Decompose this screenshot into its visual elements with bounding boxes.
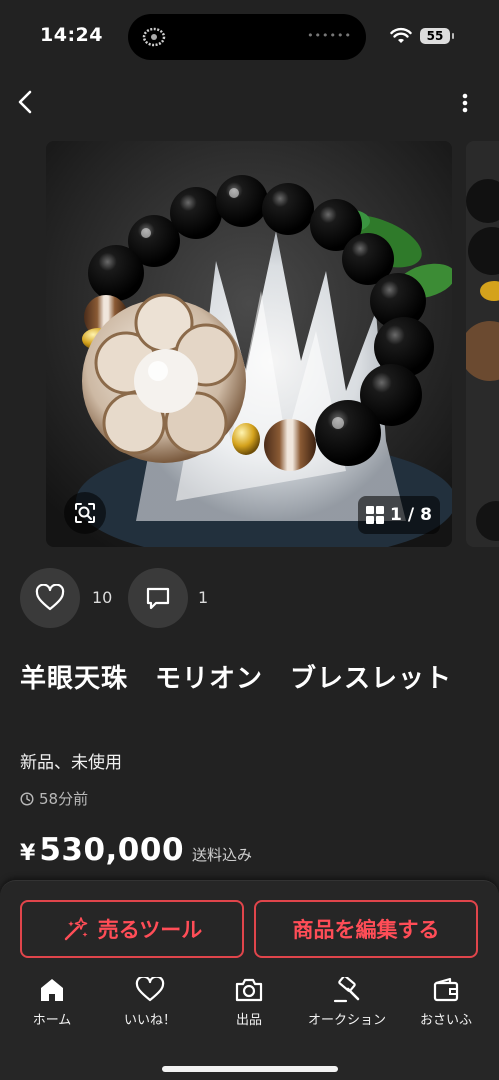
posted-ago-text: 58分前 bbox=[39, 790, 89, 808]
wifi-icon bbox=[390, 27, 412, 43]
back-icon[interactable] bbox=[12, 88, 40, 116]
tab-home-label: ホーム bbox=[32, 1013, 72, 1028]
tab-auction[interactable]: オークション bbox=[302, 977, 392, 1028]
sell-tool-label: 売るツール bbox=[97, 918, 203, 942]
next-product-image[interactable] bbox=[466, 141, 499, 547]
status-bar: 14:24 •••••• 55 bbox=[0, 0, 499, 70]
heart-icon bbox=[35, 584, 65, 611]
page-total: 8 bbox=[420, 505, 432, 525]
product-title: 羊眼天珠 モリオン ブレスレット bbox=[20, 664, 453, 694]
product-condition: 新品、未使用 bbox=[20, 753, 122, 773]
edit-item-label: 商品を編集する bbox=[292, 918, 440, 942]
product-image[interactable] bbox=[46, 141, 452, 547]
more-vertical-icon[interactable] bbox=[455, 90, 475, 116]
battery-indicator: 55 bbox=[420, 28, 454, 44]
sell-tool-button[interactable]: 売るツール bbox=[20, 900, 244, 958]
currency-symbol: ¥ bbox=[20, 841, 36, 866]
comment-count: 1 bbox=[198, 588, 209, 607]
image-carousel[interactable] bbox=[0, 140, 499, 547]
price-row: ¥ 530,000 送料込み bbox=[20, 832, 252, 868]
island-app-icon bbox=[142, 27, 166, 47]
tab-home[interactable]: ホーム bbox=[7, 977, 97, 1028]
clock-icon bbox=[20, 791, 34, 806]
tab-sell[interactable]: 出品 bbox=[204, 977, 294, 1028]
heart-icon bbox=[135, 977, 165, 1002]
tab-wallet-label: おさいふ bbox=[419, 1013, 472, 1028]
island-indicator: •••••• bbox=[307, 29, 352, 42]
status-time: 14:24 bbox=[40, 24, 103, 46]
tab-bar: ホーム いいね！ 出品 オークション おさいふ bbox=[0, 977, 499, 1037]
tab-sell-label: 出品 bbox=[235, 1013, 262, 1028]
edit-item-button[interactable]: 商品を編集する bbox=[254, 900, 478, 958]
image-page-counter[interactable]: 1/8 bbox=[358, 496, 440, 534]
posted-time: 58分前 bbox=[20, 788, 88, 809]
comment-icon bbox=[146, 587, 170, 610]
like-count: 10 bbox=[92, 588, 113, 607]
page-current: 1 bbox=[390, 505, 402, 525]
next-photo bbox=[466, 141, 499, 547]
tab-auction-label: オークション bbox=[307, 1013, 386, 1028]
home-indicator bbox=[162, 1066, 338, 1072]
home-icon bbox=[41, 979, 63, 1001]
page-separator: / bbox=[407, 505, 415, 525]
shipping-note: 送料込み bbox=[192, 846, 253, 864]
magic-wand-icon bbox=[64, 917, 88, 941]
tab-likes[interactable]: いいね！ bbox=[105, 977, 195, 1028]
tab-likes-label: いいね！ bbox=[123, 1013, 176, 1028]
image-search-icon bbox=[75, 503, 95, 523]
dynamic-island: •••••• bbox=[128, 14, 366, 60]
price-value: 530,000 bbox=[39, 832, 185, 868]
bracelet-photo bbox=[46, 141, 452, 547]
camera-icon bbox=[235, 978, 263, 1002]
like-button[interactable] bbox=[20, 568, 80, 628]
comment-button[interactable] bbox=[128, 568, 188, 628]
tab-wallet[interactable]: おさいふ bbox=[401, 977, 491, 1028]
grid-icon bbox=[366, 506, 385, 524]
gavel-icon bbox=[333, 977, 360, 1003]
bottom-action-sheet: 売るツール 商品を編集する ホーム いいね！ 出品 オークション おさいふ bbox=[0, 880, 499, 1080]
wallet-icon bbox=[433, 977, 459, 1002]
zoom-button[interactable] bbox=[64, 492, 106, 534]
